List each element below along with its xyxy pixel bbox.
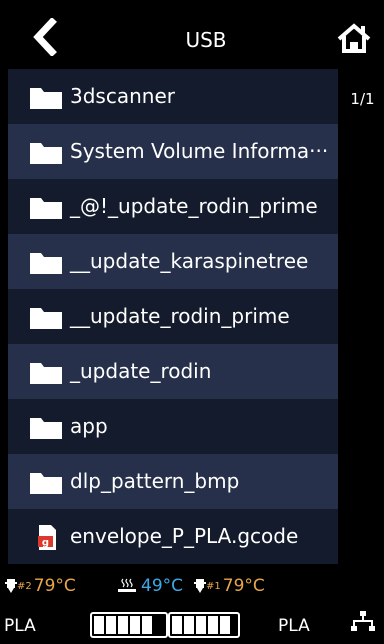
heated-bed-icon bbox=[118, 578, 136, 592]
file-name: System Volume Informa··· bbox=[70, 139, 329, 163]
nozzle-2-temp: #2 79°C bbox=[5, 576, 76, 596]
list-item[interactable]: g envelope_P_PLA.gcode bbox=[8, 509, 338, 564]
file-name: _update_rodin bbox=[70, 359, 212, 383]
folder-icon bbox=[30, 473, 62, 494]
file-list: 3dscanner System Volume Informa··· _@!_u… bbox=[8, 69, 338, 564]
file-name: envelope_P_PLA.gcode bbox=[70, 524, 299, 548]
file-name: __update_rodin_prime bbox=[70, 304, 290, 328]
list-item[interactable]: dlp_pattern_bmp bbox=[8, 454, 338, 509]
folder-icon bbox=[30, 418, 62, 439]
nozzle-2-value: 79°C bbox=[33, 576, 76, 596]
filament-level-left bbox=[90, 612, 168, 638]
list-item[interactable]: _@!_update_rodin_prime bbox=[8, 179, 338, 234]
file-name: _@!_update_rodin_prime bbox=[70, 194, 318, 218]
filament-level-right bbox=[168, 612, 240, 638]
nozzle-icon bbox=[5, 579, 17, 593]
gcode-file-icon: g bbox=[38, 525, 56, 550]
folder-icon bbox=[30, 143, 62, 164]
folder-icon bbox=[30, 363, 62, 384]
nozzle-icon bbox=[194, 579, 206, 593]
list-item[interactable]: __update_rodin_prime bbox=[8, 289, 338, 344]
nozzle-1-value: 79°C bbox=[222, 576, 265, 596]
list-item[interactable]: __update_karaspinetree bbox=[8, 234, 338, 289]
home-icon[interactable] bbox=[336, 22, 372, 54]
folder-icon bbox=[30, 198, 62, 219]
file-name: app bbox=[70, 414, 108, 438]
list-item[interactable]: 3dscanner bbox=[8, 69, 338, 124]
folder-icon bbox=[30, 308, 62, 329]
folder-icon bbox=[30, 253, 62, 274]
bed-temp: 49°C bbox=[117, 576, 183, 596]
folder-icon bbox=[30, 88, 62, 109]
file-name: 3dscanner bbox=[70, 84, 175, 108]
list-item[interactable]: System Volume Informa··· bbox=[8, 124, 338, 179]
page-indicator: 1/1 bbox=[350, 90, 375, 108]
nozzle-1-temp: #1 79°C bbox=[194, 576, 265, 596]
svg-text:g: g bbox=[42, 538, 49, 549]
nozzle-2-label: #2 bbox=[17, 580, 32, 592]
page-title: USB bbox=[185, 28, 227, 52]
nozzle-1-label: #1 bbox=[206, 580, 221, 592]
network-icon[interactable] bbox=[350, 610, 376, 634]
file-name: __update_karaspinetree bbox=[70, 249, 309, 273]
list-item[interactable]: _update_rodin bbox=[8, 344, 338, 399]
file-name: dlp_pattern_bmp bbox=[70, 469, 240, 493]
bed-temp-value: 49°C bbox=[141, 576, 184, 596]
material-right: PLA bbox=[278, 616, 310, 636]
material-left: PLA bbox=[4, 616, 36, 636]
header-bar: USB bbox=[0, 0, 384, 68]
list-item[interactable]: app bbox=[8, 399, 338, 454]
